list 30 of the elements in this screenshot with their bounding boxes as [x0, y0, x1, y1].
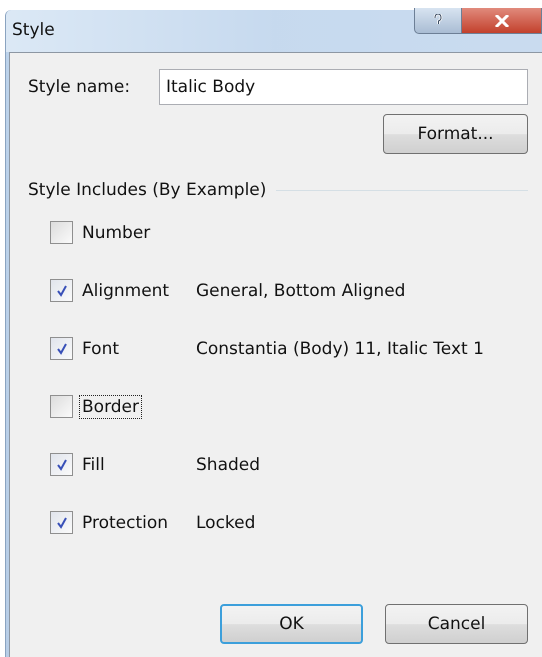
checkbox-label[interactable]: Fill — [79, 452, 193, 476]
check-mark-icon — [54, 342, 68, 356]
close-button[interactable] — [462, 8, 542, 34]
style-name-field[interactable]: Italic Body — [159, 69, 528, 105]
checkbox[interactable] — [50, 511, 73, 534]
close-icon — [492, 14, 510, 26]
format-button[interactable]: Format... — [383, 114, 528, 154]
window-title: Style — [11, 19, 55, 40]
group-title: Style Includes (By Example) — [28, 180, 266, 200]
style-name-label: Style name: — [28, 77, 132, 97]
checkbox-label[interactable]: Font — [79, 336, 193, 360]
help-button[interactable] — [414, 8, 462, 34]
checkbox[interactable] — [50, 221, 73, 244]
ok-button[interactable]: OK — [220, 604, 363, 644]
setting-value: Locked — [196, 512, 256, 532]
setting-value: Shaded — [196, 454, 260, 474]
checkbox[interactable] — [50, 337, 73, 360]
check-mark-icon — [54, 458, 68, 472]
checkbox-label[interactable]: Protection — [79, 510, 193, 534]
checkbox[interactable] — [50, 395, 73, 418]
cancel-button[interactable]: Cancel — [385, 604, 528, 644]
checkbox-label[interactable]: Border — [79, 394, 142, 418]
check-mark-icon — [54, 284, 68, 298]
checkbox[interactable] — [50, 279, 73, 302]
checkbox[interactable] — [50, 453, 73, 476]
checkbox-label[interactable]: Number — [79, 220, 193, 244]
setting-value: General, Bottom Aligned — [196, 280, 406, 300]
setting-value: Constantia (Body) 11, Italic Text 1 — [196, 338, 484, 358]
check-mark-icon — [54, 516, 68, 530]
checkbox-label[interactable]: Alignment — [79, 278, 193, 302]
